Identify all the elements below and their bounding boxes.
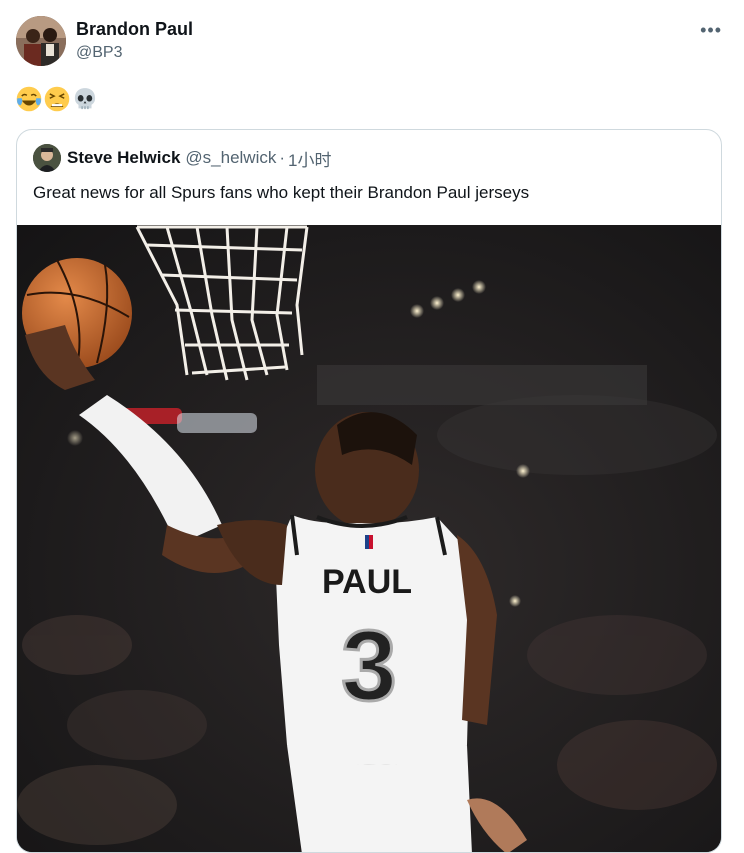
author-handle[interactable]: @BP3 bbox=[76, 43, 122, 63]
quoted-author-name[interactable]: Steve Helwick bbox=[67, 148, 180, 168]
quoted-tweet[interactable]: Steve Helwick @s_helwick · 1小时 Great new… bbox=[16, 129, 722, 853]
quoted-author-handle[interactable]: @s_helwick bbox=[185, 148, 276, 168]
post-text bbox=[16, 86, 98, 114]
separator-dot: · bbox=[279, 148, 286, 167]
jersey-number: 3 bbox=[341, 610, 397, 722]
joy-emoji-icon bbox=[16, 86, 42, 112]
quoted-timestamp[interactable]: 1小时 bbox=[288, 146, 331, 171]
more-options-icon[interactable]: ••• bbox=[700, 20, 722, 41]
tweet-header: Brandon Paul @BP3 ••• bbox=[16, 16, 728, 68]
author-name[interactable]: Brandon Paul bbox=[76, 18, 193, 40]
quoted-tweet-header: Steve Helwick @s_helwick · 1小时 bbox=[33, 144, 332, 172]
tired-face-emoji-icon bbox=[44, 86, 70, 112]
quoted-tweet-photo[interactable]: PAUL 3 bbox=[17, 225, 721, 852]
author-avatar[interactable] bbox=[16, 16, 66, 66]
quoted-author-avatar[interactable] bbox=[33, 144, 61, 172]
quoted-tweet-text: Great news for all Spurs fans who kept t… bbox=[33, 183, 530, 202]
skull-emoji-icon bbox=[74, 88, 96, 110]
jersey-name: PAUL bbox=[322, 563, 412, 601]
